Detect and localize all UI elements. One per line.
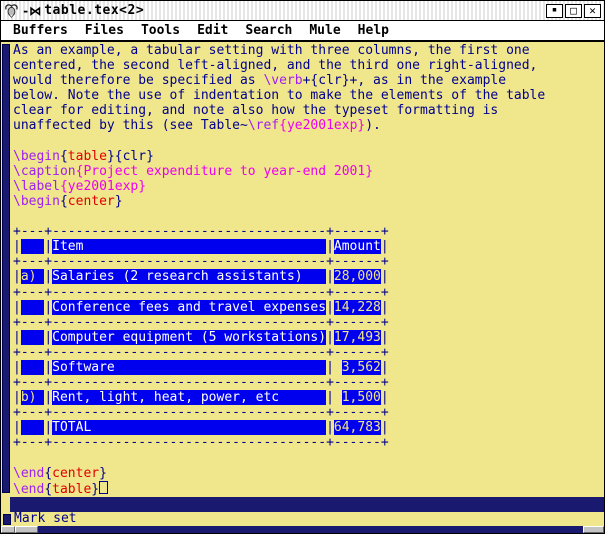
editor-line: +---+-----------------------------------…: [13, 375, 604, 390]
minibuffer-message: Mark set: [14, 512, 77, 526]
scrollbar-corner-right: [583, 526, 604, 533]
horizontal-scrollbar-track[interactable]: [38, 526, 583, 533]
buffer-window: As an example, a tabular setting with th…: [1, 42, 604, 497]
close-icon: ✕: [589, 5, 596, 16]
mode-line: --:** table.tex<2> (Text Fill)--L30--All…: [1, 497, 604, 512]
window-title: table.tex<2>: [44, 3, 144, 18]
horizontal-scrollbar[interactable]: [1, 526, 604, 533]
editor-line: \begin{center}: [13, 194, 604, 209]
editor-line: centered, the second left-aligned, and t…: [13, 58, 604, 73]
minimize-button[interactable]: ▪: [546, 4, 563, 18]
scrollbar-corner-left: [1, 526, 15, 533]
editor-line: | |Computer equipment (5 workstations)|1…: [13, 330, 604, 345]
text-cursor: [99, 481, 108, 494]
editor-line: [13, 209, 604, 224]
maximize-icon: □: [570, 5, 577, 16]
menu-search[interactable]: Search: [245, 23, 292, 38]
window-buttons: ▪ □ ✕: [546, 4, 601, 18]
editor-line: |a) |Salaries (2 research assistants) |2…: [13, 269, 604, 284]
editor-line: +---+-----------------------------------…: [13, 224, 604, 239]
menu-bar: Buffers Files Tools Edit Search Mule Help: [1, 21, 604, 42]
menu-buffers[interactable]: Buffers: [13, 23, 68, 38]
editor-line: \begin{table}{clr}: [13, 149, 604, 164]
editor-line: +---+-----------------------------------…: [13, 285, 604, 300]
editor-line: clear for editing, and note also how the…: [13, 103, 604, 118]
editor-line: \label{ye2001exp}: [13, 179, 604, 194]
emacs-frame: -⋈ table.tex<2> ▪ □ ✕ Buffers Files Tools Edi…: [0, 0, 605, 534]
title-bar[interactable]: -⋈ table.tex<2> ▪ □ ✕: [1, 1, 604, 21]
minibuffer[interactable]: Mark set: [1, 512, 604, 526]
close-button[interactable]: ✕: [584, 4, 601, 18]
editor-line: | |Item |Amount|: [13, 239, 604, 254]
vertical-scrollbar[interactable]: [1, 42, 11, 497]
editor-line: would therefore be specified as \verb+{c…: [13, 73, 604, 88]
gnu-emacs-icon: [4, 3, 21, 18]
editor-line: \end{center}: [13, 466, 604, 481]
menu-tools[interactable]: Tools: [141, 23, 180, 38]
maximize-button[interactable]: □: [565, 4, 582, 18]
bowtie-icon: -⋈: [22, 4, 41, 18]
editor-line: [13, 451, 604, 466]
menu-mule[interactable]: Mule: [309, 23, 340, 38]
editor-line: unaffected by this (see Table~\ref{ye200…: [13, 118, 604, 133]
minimize-icon: ▪: [552, 6, 557, 15]
editor-line: \end{table}: [13, 481, 604, 496]
editor-line: +---+-----------------------------------…: [13, 254, 604, 269]
editor-line: |b) |Rent, light, heat, power, etc | 1,5…: [13, 390, 604, 405]
editor-line: | |Conference fees and travel expenses|1…: [13, 300, 604, 315]
mode-line-bar: --:** table.tex<2> (Text Fill)--L30--All…: [10, 497, 604, 512]
editor-line: +---+-----------------------------------…: [13, 345, 604, 360]
editor-line: | |Software | 3,562|: [13, 360, 604, 375]
menu-help[interactable]: Help: [358, 23, 389, 38]
editor-line: [13, 134, 604, 149]
horizontal-scrollbar-thumb[interactable]: [15, 526, 38, 533]
menu-edit[interactable]: Edit: [197, 23, 228, 38]
editor-lines[interactable]: As an example, a tabular setting with th…: [11, 42, 604, 497]
editor-line: \caption{Project expenditure to year-end…: [13, 164, 604, 179]
editor-line: As an example, a tabular setting with th…: [13, 43, 604, 58]
menu-files[interactable]: Files: [85, 23, 124, 38]
editor-line: +---+-----------------------------------…: [13, 435, 604, 450]
vertical-scrollbar-thumb[interactable]: [2, 44, 10, 493]
editor-line: +---+-----------------------------------…: [13, 405, 604, 420]
editor-line: below. Note the use of indentation to ma…: [13, 88, 604, 103]
editor-line: +---+-----------------------------------…: [13, 315, 604, 330]
editor-line: | |TOTAL |64,783|: [13, 420, 604, 435]
minibuffer-scrollbar-thumb: [3, 514, 11, 525]
